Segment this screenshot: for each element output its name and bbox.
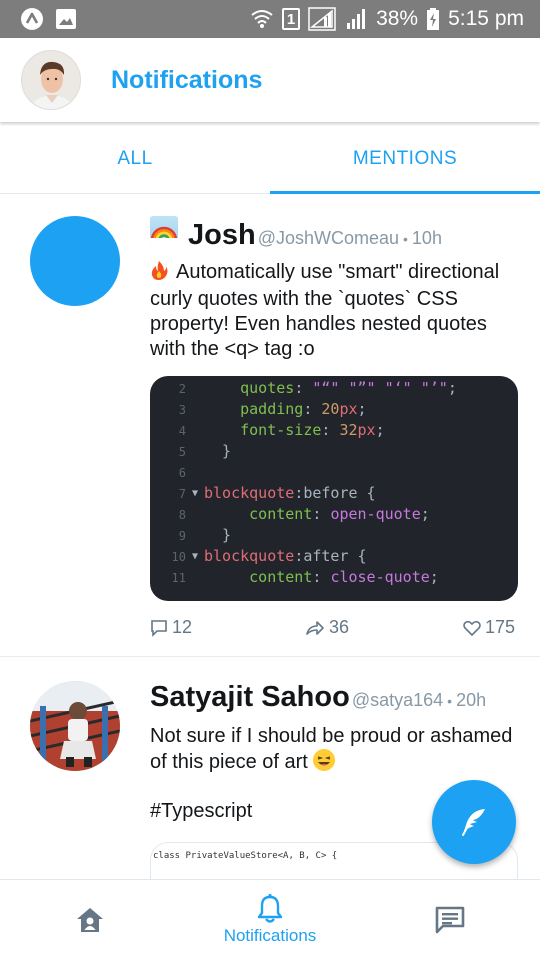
code-preview-line: class PrivateValueStore<A, B, C> {: [153, 851, 338, 861]
bottom-navigation: Notifications: [0, 879, 540, 960]
tweet-actions: 12 36 175: [150, 617, 518, 656]
like-button[interactable]: 175: [463, 617, 515, 638]
tweet-author-handle[interactable]: @JoshWComeau: [258, 228, 399, 249]
code-line: 10 ▼ blockquote:after {: [171, 547, 367, 565]
reply-count: 12: [172, 617, 193, 637]
signal-strength-icon: [344, 7, 368, 31]
battery-charging-icon: [426, 7, 440, 31]
grinning-squinting-face-icon: [313, 749, 336, 771]
sim-slot-badge: 1: [282, 8, 301, 30]
nav-notifications[interactable]: Notifications: [180, 880, 360, 960]
tweet-time: 10h: [411, 228, 442, 248]
status-bar: 1 38% 5:15 pm: [0, 0, 540, 38]
home-icon: [77, 908, 103, 932]
retweet-icon: [306, 620, 324, 635]
tweet-text: Automatically use "smart" directional cu…: [150, 260, 518, 362]
profile-avatar[interactable]: [21, 50, 81, 110]
fire-icon: [150, 260, 170, 287]
tweet-time: 20h: [456, 690, 487, 710]
rainbow-flag-icon: [150, 216, 178, 244]
separator-dot: •: [403, 231, 408, 247]
heart-icon: [463, 620, 481, 636]
like-count: 175: [485, 617, 516, 637]
code-line: 2 quotes: "“" "”" "‘" "’";: [178, 379, 457, 397]
image-notification-icon: [54, 7, 78, 31]
code-line: 8 content: open-quote;: [178, 505, 430, 523]
tab-mentions[interactable]: MENTIONS: [270, 124, 540, 194]
tweet-text-content: Automatically use "smart" directional cu…: [150, 261, 500, 360]
tweet-author-handle[interactable]: @satya164: [352, 690, 443, 711]
clock: 5:15 pm: [448, 7, 524, 30]
code-line: 5 }: [178, 442, 232, 460]
nav-home[interactable]: [0, 880, 180, 960]
notification-tabs: ALL MENTIONS: [0, 124, 540, 194]
app-header: Notifications: [0, 38, 540, 122]
app-notification-icon: [20, 7, 44, 31]
code-line: 3 padding: 20 px;: [178, 400, 367, 418]
wifi-icon: [250, 7, 274, 31]
message-icon: [435, 906, 465, 934]
page-title: Notifications: [111, 65, 263, 94]
nav-notifications-label: Notifications: [223, 926, 317, 945]
tweet-author-name[interactable]: Josh: [188, 219, 256, 252]
code-line: 4 font-size: 32 px;: [178, 421, 385, 439]
reply-button[interactable]: 12: [150, 617, 305, 638]
feather-quill-icon: [462, 809, 485, 836]
signal-icon: [308, 7, 336, 31]
code-line: 7 ▼ blockquote:before {: [178, 484, 376, 502]
app-screen: 1 38% 5:15 pm Notifications ALL MENTIONS…: [0, 0, 540, 960]
tab-all[interactable]: ALL: [0, 124, 270, 193]
compose-tweet-button[interactable]: [432, 780, 516, 864]
battery-percent: 38%: [376, 7, 419, 30]
mentions-feed[interactable]: Josh @JoshWComeau • 10h Automatically us…: [0, 196, 540, 880]
tweet-author-avatar[interactable]: [30, 216, 120, 306]
retweet-button[interactable]: 36: [305, 617, 463, 638]
tweet-author-avatar[interactable]: [30, 681, 120, 771]
tweet-card[interactable]: Josh @JoshWComeau • 10h Automatically us…: [0, 196, 540, 657]
code-line: 9 }: [178, 526, 232, 544]
bell-icon: [257, 894, 283, 923]
retweet-count: 36: [329, 617, 350, 637]
code-image[interactable]: 2 quotes: "“" "”" "‘" "’"; 3 padding: 20…: [150, 376, 518, 601]
tweet-author-name[interactable]: Satyajit Sahoo: [150, 681, 350, 714]
separator-dot: •: [447, 693, 453, 709]
code-line: 6: [178, 466, 186, 480]
nav-messages[interactable]: [360, 880, 540, 960]
tweet-text: Not sure if I should be proud or ashamed…: [150, 724, 518, 775]
reply-icon: [151, 619, 167, 637]
code-line: 11 content: close-quote;: [171, 568, 439, 586]
